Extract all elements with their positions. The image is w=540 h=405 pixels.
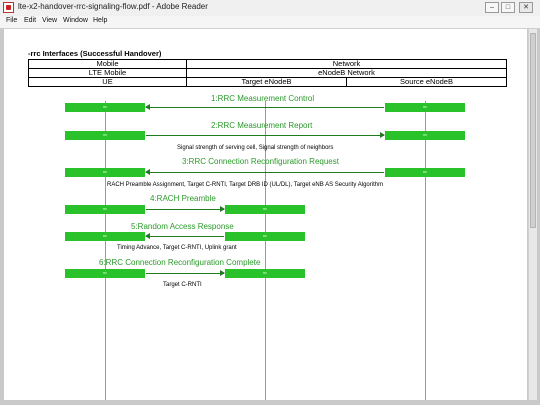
activation-source: rrc bbox=[385, 131, 465, 140]
activation-ue: rrc bbox=[65, 232, 145, 241]
menu-edit[interactable]: Edit bbox=[24, 17, 36, 24]
header-enodeb-network: eNodeB Network bbox=[186, 68, 507, 78]
message-note: Timing Advance, Target C-RNTI, Uplink gr… bbox=[117, 245, 237, 251]
activation-target: rrc bbox=[225, 205, 305, 214]
header-ue: UE bbox=[28, 77, 187, 87]
message-label: 3:RRC Connection Reconfiguration Request bbox=[182, 157, 339, 166]
message-note: Target C-RNTI bbox=[163, 282, 202, 288]
adobe-reader-icon bbox=[3, 2, 14, 13]
message-arrow bbox=[146, 132, 385, 138]
diagram-title: -rrc Interfaces (Successful Handover) bbox=[28, 49, 162, 58]
message-arrow bbox=[145, 104, 384, 110]
menu-file[interactable]: File bbox=[6, 17, 17, 24]
menu-help[interactable]: Help bbox=[93, 17, 107, 24]
vertical-scrollbar[interactable] bbox=[528, 29, 537, 400]
activation-source: rrc bbox=[385, 168, 465, 177]
menu-window[interactable]: Window bbox=[63, 17, 88, 24]
actor-header-table: Mobile Network LTE Mobile eNodeB Network… bbox=[28, 59, 507, 87]
title-bar: lte-x2-handover-rrc-signaling-flow.pdf -… bbox=[0, 0, 540, 17]
lifeline-source-enodeb bbox=[425, 101, 426, 400]
activation-ue: rrc bbox=[65, 168, 145, 177]
message-note: Signal strength of serving cell, Signal … bbox=[177, 145, 334, 151]
activation-ue: rrc bbox=[65, 269, 145, 278]
activation-ue: rrc bbox=[65, 131, 145, 140]
lifeline-ue bbox=[105, 101, 106, 400]
menu-view[interactable]: View bbox=[42, 17, 57, 24]
minimize-button[interactable]: – bbox=[485, 2, 499, 13]
activation-target: rrc bbox=[225, 232, 305, 241]
close-button[interactable]: ✕ bbox=[519, 2, 533, 13]
menu-bar: File Edit View Window Help bbox=[0, 16, 540, 29]
activation-ue: rrc bbox=[65, 205, 145, 214]
message-label: 5:Random Access Response bbox=[131, 222, 234, 231]
message-note: RACH Preamble Assignment, Target C-RNTI,… bbox=[107, 182, 384, 188]
activation-target: rrc bbox=[225, 269, 305, 278]
scrollbar-thumb[interactable] bbox=[530, 33, 536, 228]
activation-source: rrc bbox=[385, 103, 465, 112]
header-source-enodeb: Source eNodeB bbox=[346, 77, 507, 87]
message-arrow bbox=[145, 233, 224, 239]
message-arrow bbox=[146, 206, 225, 212]
maximize-button[interactable]: □ bbox=[501, 2, 515, 13]
activation-ue: rrc bbox=[65, 103, 145, 112]
message-label: 1:RRC Measurement Control bbox=[211, 94, 315, 103]
message-label: 2:RRC Measurement Report bbox=[211, 121, 313, 130]
header-target-enodeb: Target eNodeB bbox=[186, 77, 347, 87]
message-arrow bbox=[145, 169, 384, 175]
window-title: lte-x2-handover-rrc-signaling-flow.pdf -… bbox=[18, 2, 208, 11]
message-label: 4:RACH Preamble bbox=[150, 194, 216, 203]
message-arrow bbox=[146, 270, 225, 276]
message-label: 6:RRC Connection Reconfiguration Complet… bbox=[99, 258, 261, 267]
